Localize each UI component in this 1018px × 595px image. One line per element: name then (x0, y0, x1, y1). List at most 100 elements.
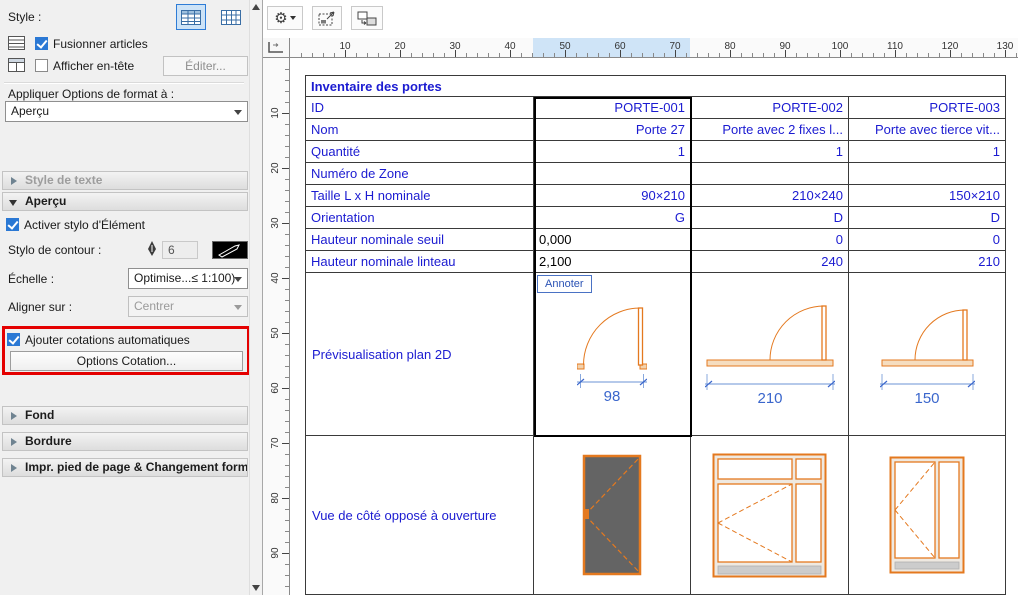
table-cell[interactable]: G (534, 207, 691, 229)
merge-items-label: Fusionner articles (53, 37, 148, 51)
ruler-tick (345, 50, 346, 57)
preview-row-label[interactable]: Prévisualisation plan 2D (306, 273, 534, 436)
door-plan-preview-cell[interactable]: 210 (691, 273, 849, 436)
sidebar-scrollbar[interactable] (249, 0, 262, 595)
ruler-tick (285, 542, 289, 543)
element-pen-checkbox[interactable] (6, 218, 19, 231)
style-grid-view-button[interactable] (176, 4, 206, 30)
scroll-down-icon[interactable] (252, 585, 260, 591)
door-elevation-cell[interactable] (691, 436, 849, 595)
ruler-tick (532, 53, 533, 57)
ruler-tick (444, 53, 445, 57)
ruler-tick (285, 69, 289, 70)
show-header-checkbox[interactable] (35, 59, 48, 72)
settings-button[interactable]: ⚙ (267, 6, 303, 30)
table-cell[interactable]: PORTE-002 (691, 97, 849, 119)
ruler-label: 130 (990, 41, 1018, 52)
ruler-origin-button[interactable] (263, 38, 290, 58)
dimension-options-button[interactable]: Options Cotation... (10, 351, 243, 371)
apply-format-select[interactable]: Aperçu (5, 101, 248, 122)
pen-color-swatch[interactable] (212, 241, 248, 259)
table-cell[interactable]: 0,000 (534, 229, 691, 251)
side-view-row-label[interactable]: Vue de côté opposé à ouverture (306, 436, 534, 595)
chevron-down-icon (290, 16, 296, 20)
table-cell[interactable] (534, 163, 691, 185)
ruler-tick (884, 53, 885, 57)
row-label[interactable]: Quantité (306, 141, 534, 163)
ruler-tick (285, 432, 289, 433)
ruler-tick (499, 53, 500, 57)
ruler-tick (285, 509, 289, 510)
style-compact-view-button[interactable] (216, 4, 246, 30)
row-label[interactable]: Numéro de Zone (306, 163, 534, 185)
scale-value: Optimise...≤ 1:100) (134, 271, 235, 285)
ruler-tick (565, 50, 566, 57)
table-cell[interactable]: 0 (691, 229, 849, 251)
table-cell[interactable]: Porte avec tierce vit... (849, 119, 1006, 141)
ruler-tick (785, 50, 786, 57)
edit-header-button[interactable]: Éditer... (163, 56, 248, 76)
table-cell[interactable]: D (691, 207, 849, 229)
section-print-footer[interactable]: Impr. pied de page & Changement format (2, 458, 248, 477)
ruler-tick (554, 53, 555, 57)
table-cell[interactable]: 1 (691, 141, 849, 163)
auto-dimensions-checkbox[interactable] (7, 333, 20, 346)
table-cell[interactable]: Porte 27 (534, 119, 691, 141)
ruler-tick (285, 487, 289, 488)
table-cell[interactable]: 1 (534, 141, 691, 163)
table-cell[interactable]: D (849, 207, 1006, 229)
annotate-button[interactable]: Annoter (537, 275, 592, 293)
ruler-tick (411, 53, 412, 57)
table-cell[interactable]: 1 (849, 141, 1006, 163)
table-cell[interactable]: 210×240 (691, 185, 849, 207)
table-cell[interactable]: PORTE-003 (849, 97, 1006, 119)
scale-select[interactable]: Optimise...≤ 1:100) (128, 268, 248, 289)
row-label[interactable]: Hauteur nominale linteau (306, 251, 534, 273)
ruler-tick (285, 377, 289, 378)
ruler-tick (730, 50, 731, 57)
row-label[interactable]: Nom (306, 119, 534, 141)
transfer-parameters-button[interactable] (351, 6, 383, 30)
section-background[interactable]: Fond (2, 406, 248, 425)
door-plan-preview-cell[interactable]: 150 (849, 273, 1006, 436)
ruler-tick (285, 421, 289, 422)
door-elevation-cell[interactable] (849, 436, 1006, 595)
schedule-title[interactable]: Inventaire des portes (306, 76, 1006, 97)
row-label[interactable]: Orientation (306, 207, 534, 229)
transfer-parameters-icon (357, 11, 377, 26)
ruler-tick (378, 53, 379, 57)
section-preview[interactable]: Aperçu (2, 192, 248, 211)
ruler-tick (862, 53, 863, 57)
door-elevation-cell[interactable] (534, 436, 691, 595)
section-border[interactable]: Bordure (2, 432, 248, 451)
contour-pen-value[interactable]: 6 (162, 241, 198, 259)
table-cell[interactable] (691, 163, 849, 185)
merge-items-checkbox[interactable] (35, 37, 48, 50)
row-label[interactable]: Hauteur nominale seuil (306, 229, 534, 251)
door-plan-preview-cell[interactable]: 98 (534, 273, 691, 436)
row-label[interactable]: Taille L x H nominale (306, 185, 534, 207)
ruler-tick (642, 53, 643, 57)
scroll-up-icon[interactable] (252, 4, 260, 10)
table-cell[interactable]: 90×210 (534, 185, 691, 207)
ruler-tick (285, 586, 289, 587)
table-cell[interactable]: 150×210 (849, 185, 1006, 207)
table-cell[interactable]: 210 (849, 251, 1006, 273)
table-cell[interactable]: PORTE-001 (534, 97, 691, 119)
table-cell[interactable] (849, 163, 1006, 185)
table-cell[interactable]: 240 (691, 251, 849, 273)
pick-up-parameters-button[interactable] (312, 6, 342, 30)
ruler-tick (774, 53, 775, 57)
section-text-style[interactable]: Style de texte (2, 171, 248, 190)
ruler-label: 20 (270, 156, 282, 180)
table-cell[interactable]: 2,100 (534, 251, 691, 273)
ruler-tick (939, 53, 940, 57)
row-label[interactable]: ID (306, 97, 534, 119)
table-cell[interactable]: Porte avec 2 fixes l... (691, 119, 849, 141)
show-header-label: Afficher en-tête (53, 59, 134, 73)
section-label: Style de texte (25, 173, 102, 187)
table-cell[interactable]: 0 (849, 229, 1006, 251)
vertical-ruler[interactable]: 102030405060708090 (263, 58, 290, 595)
horizontal-ruler[interactable]: 102030405060708090100110120130 (290, 38, 1018, 58)
align-select[interactable]: Centrer (128, 296, 248, 317)
